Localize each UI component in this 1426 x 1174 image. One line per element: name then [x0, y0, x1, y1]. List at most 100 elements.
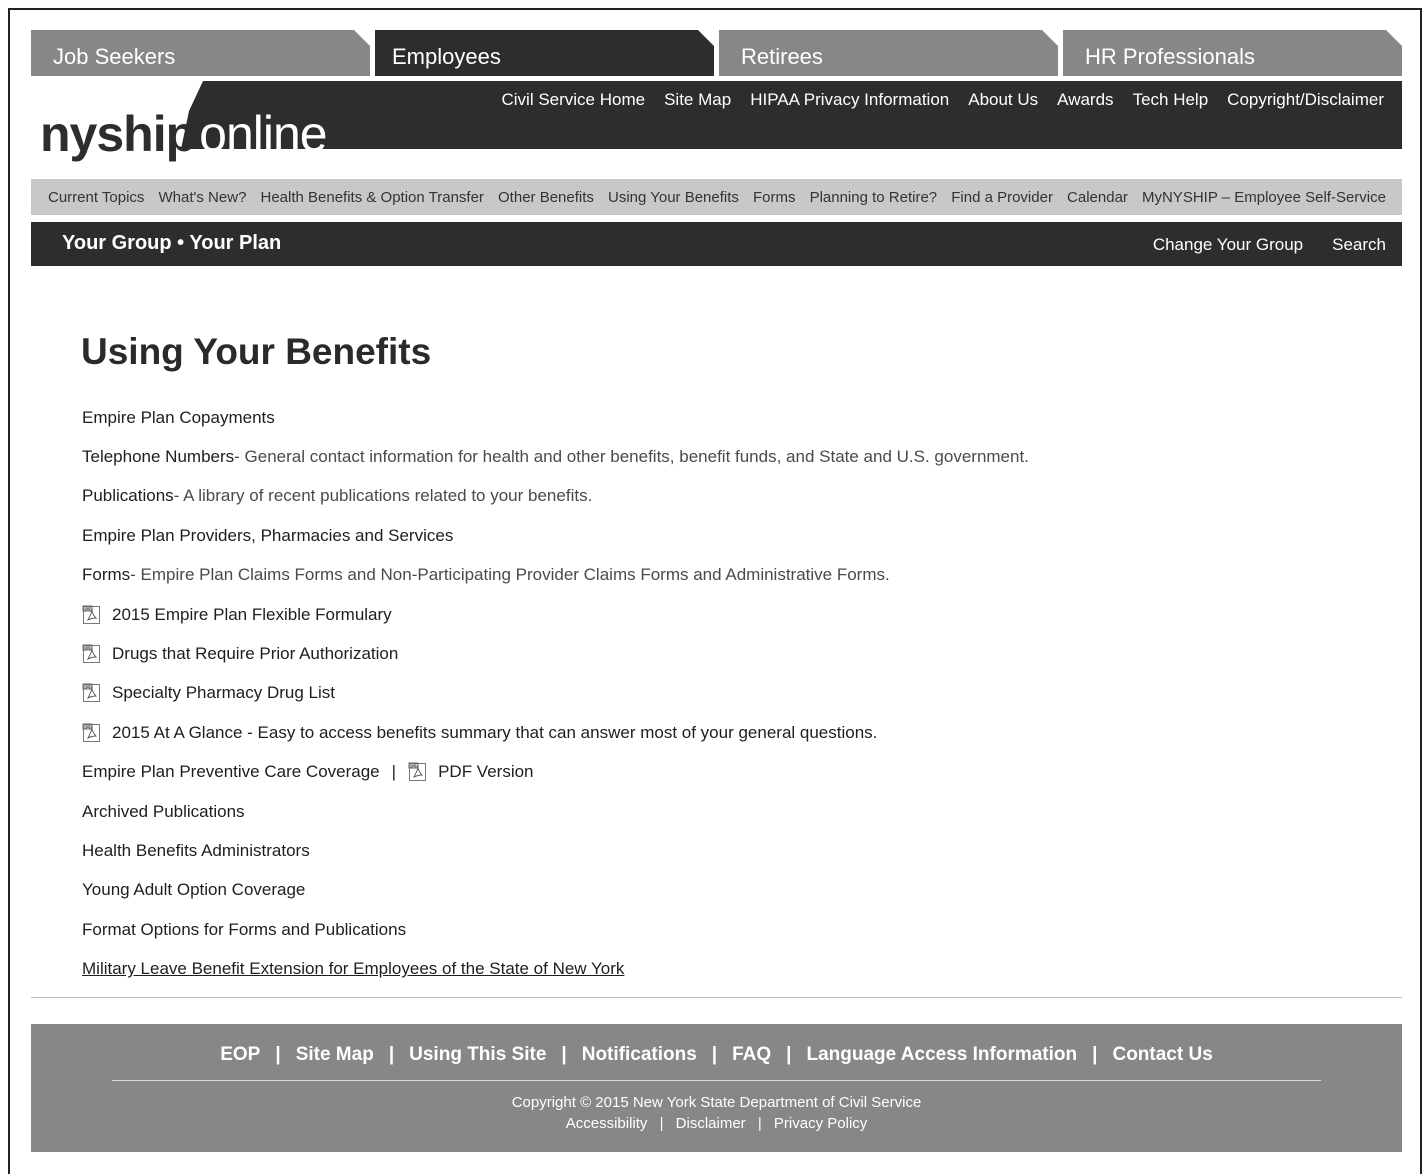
main-nav-current-topics[interactable]: Current Topics [48, 189, 144, 206]
list-item: Empire Plan Copayments [82, 398, 1282, 437]
svg-text:PDF: PDF [84, 645, 93, 651]
separator: | [786, 1044, 792, 1065]
footer-link-using-this-site[interactable]: Using This Site [409, 1044, 546, 1066]
main-nav-other-benefits[interactable]: Other Benefits [498, 189, 594, 206]
footer-legal-links: Accessibility | Disclaimer | Privacy Pol… [31, 1115, 1402, 1132]
link-providers-pharmacies[interactable]: Empire Plan Providers, Pharmacies and Se… [82, 526, 453, 546]
footer-link-privacy-policy[interactable]: Privacy Policy [774, 1115, 867, 1132]
main-nav-forms[interactable]: Forms [753, 189, 796, 206]
main-nav-health-benefits[interactable]: Health Benefits & Option Transfer [260, 189, 483, 206]
pdf-file-icon[interactable]: PDF [408, 762, 427, 782]
svg-text:PDF: PDF [410, 764, 419, 770]
list-item: Young Adult Option Coverage [82, 871, 1282, 910]
logo-text-online: online [199, 106, 327, 162]
page-frame: Job Seekers Employees Retirees HR Profes… [8, 8, 1422, 1174]
nav-about-us[interactable]: About Us [968, 90, 1038, 110]
logo-text-nyship: nyship [40, 106, 196, 162]
main-nav-using-your-benefits[interactable]: Using Your Benefits [608, 189, 739, 206]
link-preventive-care[interactable]: Empire Plan Preventive Care Coverage [82, 762, 380, 782]
list-item: Telephone Numbers - General contact info… [82, 437, 1282, 476]
list-item: Publications - A library of recent publi… [82, 477, 1282, 516]
link-format-options[interactable]: Format Options for Forms and Publication… [82, 920, 406, 940]
site-footer: EOP | Site Map | Using This Site | Notif… [31, 1024, 1402, 1152]
main-nav-planning-to-retire[interactable]: Planning to Retire? [810, 189, 938, 206]
main-nav-calendar[interactable]: Calendar [1067, 189, 1128, 206]
link-description: - General contact information for health… [234, 447, 1029, 467]
nav-copyright-disclaimer[interactable]: Copyright/Disclaimer [1227, 90, 1384, 110]
link-young-adult-option[interactable]: Young Adult Option Coverage [82, 880, 305, 900]
main-nav: Current Topics What's New? Health Benefi… [31, 179, 1402, 215]
link-flexible-formulary[interactable]: 2015 Empire Plan Flexible Formulary [112, 605, 392, 625]
main-nav-whats-new[interactable]: What's New? [159, 189, 247, 206]
main-nav-mynyship[interactable]: MyNYSHIP – Employee Self-Service [1142, 189, 1386, 206]
footer-link-site-map[interactable]: Site Map [296, 1044, 374, 1066]
link-at-a-glance[interactable]: 2015 At A Glance - Easy to access benefi… [112, 723, 877, 743]
footer-rule [112, 1080, 1321, 1081]
link-publications[interactable]: Publications [82, 486, 174, 506]
separator: | [659, 1115, 664, 1132]
link-empire-plan-copayments[interactable]: Empire Plan Copayments [82, 408, 275, 428]
pdf-file-icon[interactable]: PDF [82, 683, 101, 703]
footer-link-notifications[interactable]: Notifications [582, 1044, 697, 1066]
separator: | [391, 762, 397, 782]
separator: | [561, 1044, 567, 1065]
list-item: Empire Plan Providers, Pharmacies and Se… [82, 516, 1282, 555]
list-item: Military Leave Benefit Extension for Emp… [82, 949, 1282, 988]
separator: | [1092, 1044, 1098, 1065]
group-bar-title: Your Group • Your Plan [62, 232, 282, 254]
link-prior-authorization[interactable]: Drugs that Require Prior Authorization [112, 644, 398, 664]
list-item: Health Benefits Administrators [82, 831, 1282, 870]
footer-copyright: Copyright © 2015 New York State Departme… [511, 1094, 922, 1111]
list-item: Empire Plan Preventive Care Coverage | P… [82, 753, 1282, 792]
main-nav-find-a-provider[interactable]: Find a Provider [951, 189, 1053, 206]
audience-tabs: Job Seekers Employees Retirees HR Profes… [31, 30, 1402, 76]
svg-text:PDF: PDF [84, 685, 93, 691]
utility-nav: Civil Service Home Site Map HIPAA Privac… [502, 90, 1385, 110]
list-item: PDF 2015 Empire Plan Flexible Formulary [82, 595, 1282, 634]
link-telephone-numbers[interactable]: Telephone Numbers [82, 447, 234, 467]
nav-awards[interactable]: Awards [1057, 90, 1113, 110]
pdf-file-icon[interactable]: PDF [82, 723, 101, 743]
svg-text:PDF: PDF [84, 724, 93, 730]
nav-civil-service-home[interactable]: Civil Service Home [502, 90, 646, 110]
group-bar-actions: Change Your Group Search [1153, 235, 1386, 255]
link-archived-publications[interactable]: Archived Publications [82, 802, 245, 822]
page-title: Using Your Benefits [81, 331, 432, 372]
group-bar: Your Group • Your Plan Change Your Group… [31, 222, 1402, 266]
footer-link-disclaimer[interactable]: Disclaimer [676, 1115, 746, 1132]
list-item: PDF Specialty Pharmacy Drug List [82, 674, 1282, 713]
footer-link-eop[interactable]: EOP [220, 1044, 260, 1066]
content-divider [31, 997, 1402, 998]
list-item: Format Options for Forms and Publication… [82, 910, 1282, 949]
tab-hr-professionals[interactable]: HR Professionals [1063, 30, 1402, 76]
nyship-online-logo[interactable]: nyshiponline [40, 106, 328, 162]
footer-link-faq[interactable]: FAQ [732, 1044, 771, 1066]
link-pdf-version[interactable]: PDF Version [438, 762, 533, 782]
benefits-link-list: Empire Plan Copayments Telephone Numbers… [82, 398, 1282, 989]
tab-employees[interactable]: Employees [375, 30, 714, 76]
link-military-leave[interactable]: Military Leave Benefit Extension for Emp… [82, 959, 624, 979]
pdf-file-icon[interactable]: PDF [82, 605, 101, 625]
nav-hipaa-privacy[interactable]: HIPAA Privacy Information [750, 90, 949, 110]
pdf-file-icon[interactable]: PDF [82, 644, 101, 664]
site-header: nyshiponline Civil Service Home Site Map… [31, 81, 1402, 159]
separator: | [711, 1044, 718, 1065]
link-forms[interactable]: Forms [82, 565, 130, 585]
list-item: Forms - Empire Plan Claims Forms and Non… [82, 556, 1282, 595]
nav-tech-help[interactable]: Tech Help [1133, 90, 1209, 110]
change-group-link[interactable]: Change Your Group [1153, 235, 1303, 255]
link-specialty-pharmacy[interactable]: Specialty Pharmacy Drug List [112, 683, 335, 703]
search-link[interactable]: Search [1332, 235, 1386, 255]
link-health-benefits-administrators[interactable]: Health Benefits Administrators [82, 841, 310, 861]
list-item: PDF Drugs that Require Prior Authorizati… [82, 634, 1282, 673]
footer-link-contact-us[interactable]: Contact Us [1112, 1044, 1212, 1066]
tab-job-seekers[interactable]: Job Seekers [31, 30, 370, 76]
list-item: Archived Publications [82, 792, 1282, 831]
svg-text:PDF: PDF [84, 606, 93, 612]
link-description: - A library of recent publications relat… [173, 486, 593, 506]
footer-link-language-access[interactable]: Language Access Information [807, 1044, 1078, 1066]
link-description: - Empire Plan Claims Forms and Non-Parti… [130, 565, 890, 585]
tab-retirees[interactable]: Retirees [719, 30, 1058, 76]
nav-site-map[interactable]: Site Map [664, 90, 731, 110]
footer-link-accessibility[interactable]: Accessibility [566, 1115, 648, 1132]
